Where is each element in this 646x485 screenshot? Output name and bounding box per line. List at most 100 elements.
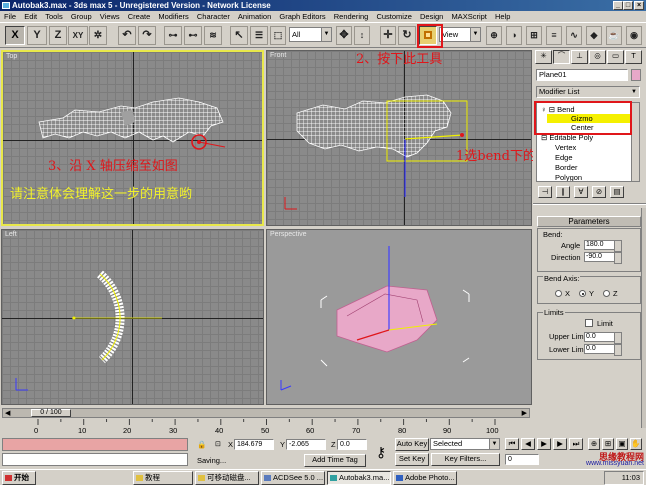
time-prev-icon[interactable]: ◀: [5, 409, 10, 417]
select-move-button[interactable]: ✥: [336, 26, 352, 45]
absolute-mode-icon[interactable]: ⊡: [215, 440, 221, 448]
unlink-selection-button[interactable]: ⊷: [184, 26, 202, 45]
menu-maxscript[interactable]: MAXScript: [451, 12, 486, 21]
selection-filter-dropdown[interactable]: All ▼: [289, 27, 332, 42]
prompt-field[interactable]: [2, 453, 188, 466]
previous-frame-icon[interactable]: ◀: [521, 438, 535, 450]
viewport-perspective[interactable]: Perspective: [266, 229, 532, 405]
set-key-button[interactable]: Set Key: [395, 453, 429, 466]
stack-item-vertex[interactable]: Vertex: [537, 143, 631, 152]
render-scene-button[interactable]: ☕: [606, 26, 622, 45]
bind-space-warp-button[interactable]: ≋: [204, 26, 222, 45]
y-coordinate-field[interactable]: -2.065: [286, 439, 326, 450]
command-panel-scrollbar[interactable]: [641, 208, 646, 428]
menu-edit[interactable]: Edit: [24, 12, 37, 21]
stack-item-polygon[interactable]: Polygon: [537, 173, 631, 181]
axis-z-radio[interactable]: [603, 290, 610, 297]
pan-icon[interactable]: ✋: [630, 438, 642, 450]
maximize-button[interactable]: □: [623, 1, 633, 10]
stack-item-edge[interactable]: Edge: [537, 153, 631, 162]
make-unique-icon[interactable]: ∀: [574, 186, 588, 198]
menu-animation[interactable]: Animation: [238, 12, 271, 21]
material-editor-button[interactable]: ◆: [586, 26, 602, 45]
lower-limit-spinner[interactable]: 0.0: [584, 344, 622, 356]
current-frame-field[interactable]: 0: [505, 454, 539, 465]
task-item[interactable]: 可移动磁盘...: [195, 471, 259, 485]
parameters-rollout-header[interactable]: Parameters: [537, 216, 641, 227]
object-color-swatch[interactable]: [631, 69, 641, 81]
zoom-all-icon[interactable]: ⊞: [602, 438, 614, 450]
task-item[interactable]: Autobak3.ma...: [327, 471, 391, 485]
select-manipulate-button[interactable]: ↕: [354, 26, 370, 45]
viewport-front[interactable]: Front: [266, 50, 532, 226]
restrict-to-x-button[interactable]: X: [5, 26, 25, 45]
menu-rendering[interactable]: Rendering: [334, 12, 369, 21]
undo-button[interactable]: ↶: [118, 26, 136, 45]
menu-group[interactable]: Group: [71, 12, 92, 21]
upper-limit-spinner[interactable]: 0.0: [584, 332, 622, 344]
reference-coord-dropdown[interactable]: View ▼: [439, 27, 481, 42]
configure-modifier-sets-icon[interactable]: ▤: [610, 186, 624, 198]
task-item[interactable]: ACDSee 5.0 ...: [261, 471, 325, 485]
go-to-start-icon[interactable]: ⏮: [505, 438, 519, 450]
menu-graph-editors[interactable]: Graph Editors: [279, 12, 325, 21]
time-next-icon[interactable]: ▶: [522, 409, 527, 417]
menu-file[interactable]: File: [4, 12, 16, 21]
close-button[interactable]: ×: [634, 1, 644, 10]
go-to-end-icon[interactable]: ⏭: [569, 438, 583, 450]
use-pivot-center-button[interactable]: ⊕: [486, 26, 502, 45]
utilities-tab-icon[interactable]: T: [625, 50, 642, 64]
object-name-field[interactable]: Plane01: [536, 69, 628, 81]
restrict-to-z-button[interactable]: Z: [49, 26, 67, 45]
menu-modifiers[interactable]: Modifiers: [158, 12, 188, 21]
angle-spinner[interactable]: 180.0: [584, 240, 622, 252]
select-move-tool-button[interactable]: ✛: [380, 26, 396, 45]
minimize-button[interactable]: _: [613, 1, 623, 10]
menu-character[interactable]: Character: [197, 12, 230, 21]
task-item[interactable]: 教程: [133, 471, 193, 485]
modifier-list-dropdown[interactable]: Modifier List ▼: [536, 86, 640, 98]
time-slider-thumb[interactable]: 0 / 100: [31, 409, 71, 417]
add-time-tag-button[interactable]: Add Time Tag: [304, 454, 366, 467]
remove-modifier-icon[interactable]: ⊘: [592, 186, 606, 198]
play-icon[interactable]: ▶: [537, 438, 551, 450]
key-set-dropdown[interactable]: Selected ▼: [430, 438, 500, 450]
quick-render-button[interactable]: ◉: [626, 26, 642, 45]
motion-tab-icon[interactable]: ◎: [589, 50, 606, 64]
auto-key-button[interactable]: Auto Key: [395, 438, 429, 451]
select-rotate-button[interactable]: ↻: [398, 26, 416, 45]
select-by-name-button[interactable]: ☰: [250, 26, 268, 45]
curve-editor-button[interactable]: ∿: [566, 26, 582, 45]
hierarchy-tab-icon[interactable]: ⊥: [571, 50, 588, 64]
create-tab-icon[interactable]: ✳: [535, 50, 552, 64]
axis-x-radio[interactable]: [555, 290, 562, 297]
stack-item-border[interactable]: Border: [537, 163, 631, 172]
restrict-to-y-button[interactable]: Y: [27, 26, 47, 45]
restrict-to-xy-button[interactable]: XY: [68, 26, 88, 45]
align-button[interactable]: ⊞: [526, 26, 542, 45]
menu-customize[interactable]: Customize: [376, 12, 411, 21]
direction-spinner[interactable]: -90.0: [584, 252, 622, 264]
snap-toggle-button[interactable]: ✲: [89, 26, 107, 45]
redo-button[interactable]: ↷: [138, 26, 156, 45]
maxscript-listener-field[interactable]: [2, 438, 188, 451]
display-tab-icon[interactable]: ▭: [607, 50, 624, 64]
pin-stack-icon[interactable]: ⊣: [538, 186, 552, 198]
key-icon[interactable]: ⚷: [370, 441, 392, 463]
limit-checkbox[interactable]: [585, 319, 593, 327]
show-end-result-icon[interactable]: ∥: [556, 186, 570, 198]
select-object-button[interactable]: ↖: [230, 26, 248, 45]
z-coordinate-field[interactable]: 0.0: [337, 439, 367, 450]
menu-help[interactable]: Help: [495, 12, 510, 21]
modify-tab-icon[interactable]: ⌒: [553, 50, 570, 64]
region-select-button[interactable]: ⬚: [270, 26, 286, 45]
key-filters-button[interactable]: Key Filters...: [431, 453, 500, 466]
menu-create[interactable]: Create: [128, 12, 151, 21]
menu-views[interactable]: Views: [100, 12, 120, 21]
x-coordinate-field[interactable]: 184.679: [234, 439, 274, 450]
start-button[interactable]: 开始: [2, 471, 36, 485]
next-frame-icon[interactable]: ▶: [553, 438, 567, 450]
zoom-icon[interactable]: ⊕: [588, 438, 600, 450]
mirror-button[interactable]: ◑: [506, 26, 522, 45]
layer-manager-button[interactable]: ≡: [546, 26, 562, 45]
